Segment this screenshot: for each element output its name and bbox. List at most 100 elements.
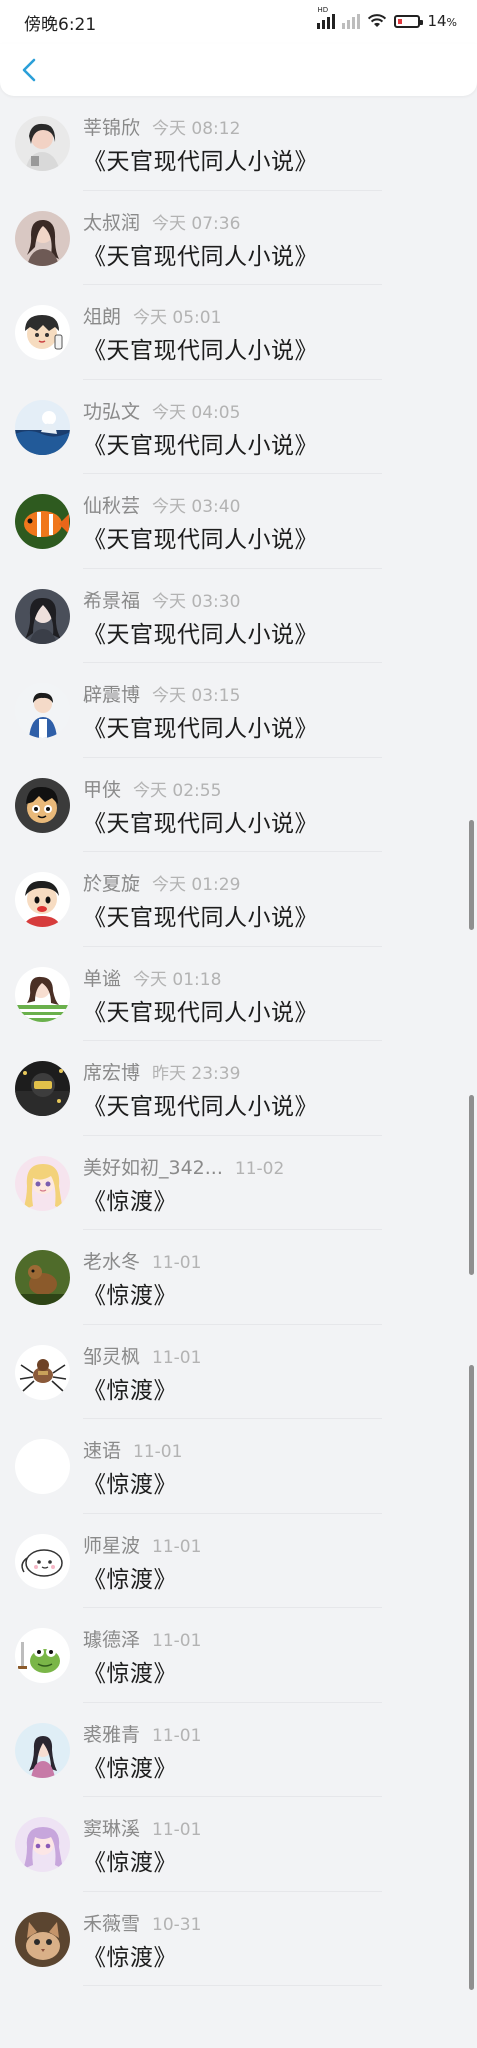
row-meta: 禾薇雪 10-31 <box>83 1909 201 1936</box>
message-row[interactable]: 莘锦欣 今天 08:12 《天官现代同人小说》 <box>0 96 477 191</box>
message-row[interactable]: 单谧 今天 01:18 《天官现代同人小说》 <box>0 947 477 1041</box>
message-row[interactable]: 窦琳溪 11-01 《惊渡》 <box>0 1797 477 1892</box>
row-meta: 速语 11-01 <box>83 1436 182 1463</box>
book-title: 《天官现代同人小说》 <box>83 905 318 931</box>
avatar-image <box>15 777 70 833</box>
row-meta: 仙秋芸 今天 03:40 <box>83 491 240 518</box>
avatar[interactable] <box>15 966 70 1022</box>
avatar[interactable] <box>15 1911 70 1967</box>
scrollbar-segment[interactable] <box>469 1365 474 1990</box>
message-row[interactable]: 功弘文 今天 04:05 《天官现代同人小说》 <box>0 380 477 474</box>
message-row[interactable]: 俎朗 今天 05:01 《天官现代同人小说》 <box>0 285 477 380</box>
timestamp: 11-01 <box>152 1725 202 1746</box>
user-name: 太叔润 <box>83 211 141 234</box>
message-row[interactable]: 璩德泽 11-01 《惊渡》 <box>0 1608 477 1703</box>
avatar[interactable] <box>15 1439 70 1494</box>
book-title: 《天官现代同人小说》 <box>83 716 318 742</box>
avatar-image <box>15 588 70 644</box>
row-meta: 裘雅青 11-01 <box>83 1720 201 1747</box>
avatar-image <box>15 1628 70 1683</box>
avatar[interactable] <box>15 1817 70 1872</box>
signal-weak-icon <box>342 13 361 29</box>
scrollbar-segment[interactable] <box>469 820 474 930</box>
avatar-image <box>15 1344 70 1400</box>
message-row[interactable]: 甲侠 今天 02:55 《天官现代同人小说》 <box>0 758 477 852</box>
message-row[interactable]: 太叔润 今天 07:36 《天官现代同人小说》 <box>0 191 477 285</box>
avatar[interactable] <box>15 494 70 549</box>
message-row[interactable]: 邹灵枫 11-01 《惊渡》 <box>0 1325 477 1419</box>
book-title: 《惊渡》 <box>83 1850 177 1876</box>
avatar[interactable] <box>15 1061 70 1116</box>
row-meta: 於夏旋 今天 01:29 <box>83 869 240 896</box>
message-row[interactable]: 辟震博 今天 03:15 《天官现代同人小说》 <box>0 663 477 758</box>
book-title: 《惊渡》 <box>83 1188 177 1215</box>
timestamp: 今天 02:55 <box>133 780 222 801</box>
avatar[interactable] <box>15 1533 70 1589</box>
timestamp: 今天 03:30 <box>152 591 241 612</box>
user-name: 单谧 <box>83 967 122 990</box>
user-name: 俎朗 <box>83 306 122 328</box>
row-meta: 希景福 今天 03:30 <box>83 586 240 613</box>
timestamp: 10-31 <box>152 1914 202 1935</box>
message-row[interactable]: 禾薇雪 10-31 《惊渡》 <box>0 1892 477 1986</box>
avatar[interactable] <box>15 777 70 833</box>
timestamp: 11-01 <box>152 1347 202 1368</box>
message-row[interactable]: 希景福 今天 03:30 《天官现代同人小说》 <box>0 569 477 663</box>
book-title: 《惊渡》 <box>83 1661 177 1687</box>
book-title: 《惊渡》 <box>83 1472 177 1498</box>
message-row[interactable]: 於夏旋 今天 01:29 《天官现代同人小说》 <box>0 852 477 947</box>
timestamp: 11-01 <box>152 1253 202 1273</box>
message-row[interactable]: 仙秋芸 今天 03:40 《天官现代同人小说》 <box>0 474 477 569</box>
back-button[interactable] <box>12 52 48 88</box>
avatar[interactable] <box>15 116 70 171</box>
avatar[interactable] <box>15 305 70 360</box>
row-meta: 美好如初_342... 11-02 <box>83 1153 284 1180</box>
user-name: 功弘文 <box>83 400 141 423</box>
book-title: 《天官现代同人小说》 <box>83 1094 318 1120</box>
message-row[interactable]: 老水冬 11-01 《惊渡》 <box>0 1230 477 1325</box>
avatar-image <box>15 966 70 1022</box>
message-row[interactable]: 席宏博 昨天 23:39 《天官现代同人小说》 <box>0 1041 477 1136</box>
user-name: 禾薇雪 <box>83 1912 141 1935</box>
timestamp: 11-01 <box>152 1536 202 1557</box>
message-row[interactable]: 师星波 11-01 《惊渡》 <box>0 1514 477 1608</box>
avatar[interactable] <box>15 1722 70 1778</box>
avatar[interactable] <box>15 210 70 266</box>
avatar-image <box>15 1439 70 1494</box>
avatar[interactable] <box>15 1628 70 1683</box>
avatar[interactable] <box>15 1155 70 1211</box>
status-bar: 傍晚6:21 HD 14% <box>0 0 477 44</box>
battery-level: 14% <box>427 12 457 30</box>
message-row[interactable]: 速语 11-01 《惊渡》 <box>0 1419 477 1514</box>
message-row[interactable]: 美好如初_342... 11-02 《惊渡》 <box>0 1136 477 1230</box>
row-meta: 师星波 11-01 <box>83 1531 201 1558</box>
avatar[interactable] <box>15 588 70 644</box>
user-name: 莘锦欣 <box>83 117 141 139</box>
avatar-image <box>15 1722 70 1778</box>
divider <box>83 1985 382 1986</box>
avatar[interactable] <box>15 683 70 738</box>
avatar[interactable] <box>15 399 70 455</box>
row-meta: 邹灵枫 11-01 <box>83 1342 201 1369</box>
book-title: 《惊渡》 <box>83 1566 177 1593</box>
avatar-image <box>15 210 70 266</box>
timestamp: 今天 03:15 <box>152 686 241 706</box>
chevron-left-icon <box>22 58 36 82</box>
timestamp: 今天 03:40 <box>152 497 241 517</box>
avatar-image <box>15 872 70 927</box>
avatar[interactable] <box>15 872 70 927</box>
avatar[interactable] <box>15 1250 70 1305</box>
message-row[interactable]: 裘雅青 11-01 《惊渡》 <box>0 1703 477 1797</box>
avatar[interactable] <box>15 1344 70 1400</box>
user-name: 甲侠 <box>83 778 122 801</box>
scrollbar-segment[interactable] <box>469 1095 474 1275</box>
avatar-image <box>15 1817 70 1872</box>
avatar-image <box>15 1533 70 1589</box>
row-meta: 俎朗 今天 05:01 <box>83 302 221 329</box>
avatar-image <box>15 1155 70 1211</box>
book-title: 《天官现代同人小说》 <box>83 243 318 270</box>
status-time: 傍晚6:21 <box>24 15 97 35</box>
book-title: 《天官现代同人小说》 <box>83 810 318 837</box>
user-name: 窦琳溪 <box>83 1818 141 1840</box>
book-title: 《天官现代同人小说》 <box>83 149 318 175</box>
